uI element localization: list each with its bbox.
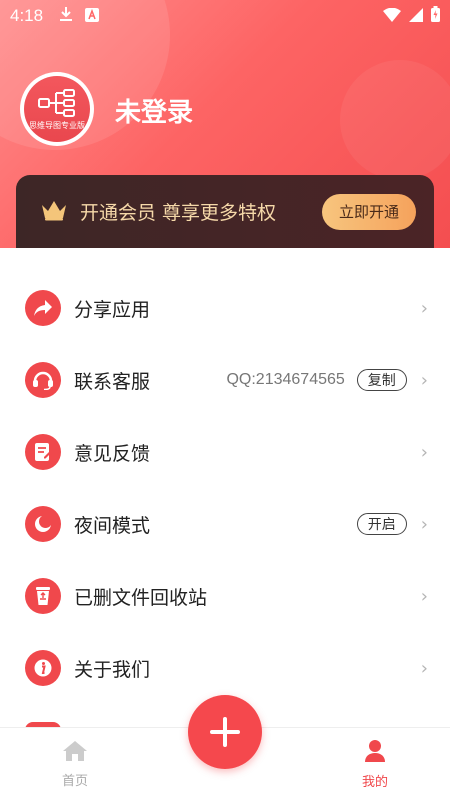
app-notification-icon [85, 7, 100, 26]
menu-item-label: 关于我们 [74, 658, 151, 681]
feedback-icon [25, 434, 61, 470]
menu-item-label: 已删文件回收站 [74, 586, 208, 609]
menu-item-customer-service[interactable]: 联系客服 QQ:2134674565 复制 › [0, 344, 450, 416]
info-icon [25, 650, 61, 686]
wifi-icon [383, 7, 401, 26]
tab-home[interactable]: 首页 [0, 728, 150, 801]
share-icon [25, 290, 61, 326]
download-icon [59, 6, 73, 26]
moon-icon [25, 506, 61, 542]
vip-banner[interactable]: 开通会员 尊享更多特权 立即开通 [16, 175, 434, 248]
vip-promo-text: 开通会员 尊享更多特权 [80, 202, 277, 224]
copy-button[interactable]: 复制 [356, 369, 407, 391]
crown-icon [40, 199, 68, 225]
menu-item-about[interactable]: 关于我们 › [0, 632, 450, 704]
headset-icon [25, 362, 61, 398]
menu-item-label: 夜间模式 [74, 514, 151, 537]
home-icon [62, 740, 88, 766]
recycle-bin-icon [25, 578, 61, 614]
avatar[interactable]: 思维导图专业版 [20, 72, 94, 146]
add-button[interactable] [188, 695, 262, 769]
menu-item-label: 分享应用 [74, 298, 151, 321]
chevron-right-icon: › [420, 441, 428, 463]
status-time: 4:18 [10, 6, 44, 25]
menu-item-share[interactable]: 分享应用 › [0, 272, 450, 344]
menu-item-label: 意见反馈 [74, 442, 151, 465]
avatar-logo-text: 思维导图专业版 [29, 120, 85, 130]
tab-mine[interactable]: 我的 [300, 728, 450, 801]
chevron-right-icon: › [420, 369, 428, 391]
tab-home-label: 首页 [61, 774, 88, 789]
night-mode-toggle[interactable]: 开启 [356, 513, 407, 535]
status-bar: 4:18 [0, 0, 450, 32]
battery-icon [431, 6, 440, 26]
qq-number: QQ:2134674565 [226, 371, 345, 388]
chevron-right-icon: › [420, 513, 428, 535]
chevron-right-icon: › [420, 297, 428, 319]
menu-item-recycle-bin[interactable]: 已删文件回收站 › [0, 560, 450, 632]
tab-mine-label: 我的 [361, 775, 388, 790]
menu-item-night-mode[interactable]: 夜间模式 开启 › [0, 488, 450, 560]
signal-icon [409, 7, 423, 26]
header-decoration [340, 60, 450, 180]
chevron-right-icon: › [420, 585, 428, 607]
user-icon [363, 739, 387, 767]
settings-menu: 分享应用 › 联系客服 QQ:2134674565 复制 › 意见反馈 › 夜间… [0, 248, 450, 704]
mindmap-icon [38, 88, 75, 117]
chevron-right-icon: › [420, 657, 428, 679]
menu-item-feedback[interactable]: 意见反馈 › [0, 416, 450, 488]
menu-item-label: 联系客服 [74, 370, 151, 393]
app-logo: 思维导图专业版 [24, 76, 90, 142]
login-status[interactable]: 未登录 [115, 92, 193, 129]
plus-icon [210, 717, 240, 747]
open-vip-button[interactable]: 立即开通 [322, 193, 416, 230]
profile-header: 4:18 思维导图专业版 未登录 开通会员 尊享更多特权 立即开通 [0, 0, 450, 248]
